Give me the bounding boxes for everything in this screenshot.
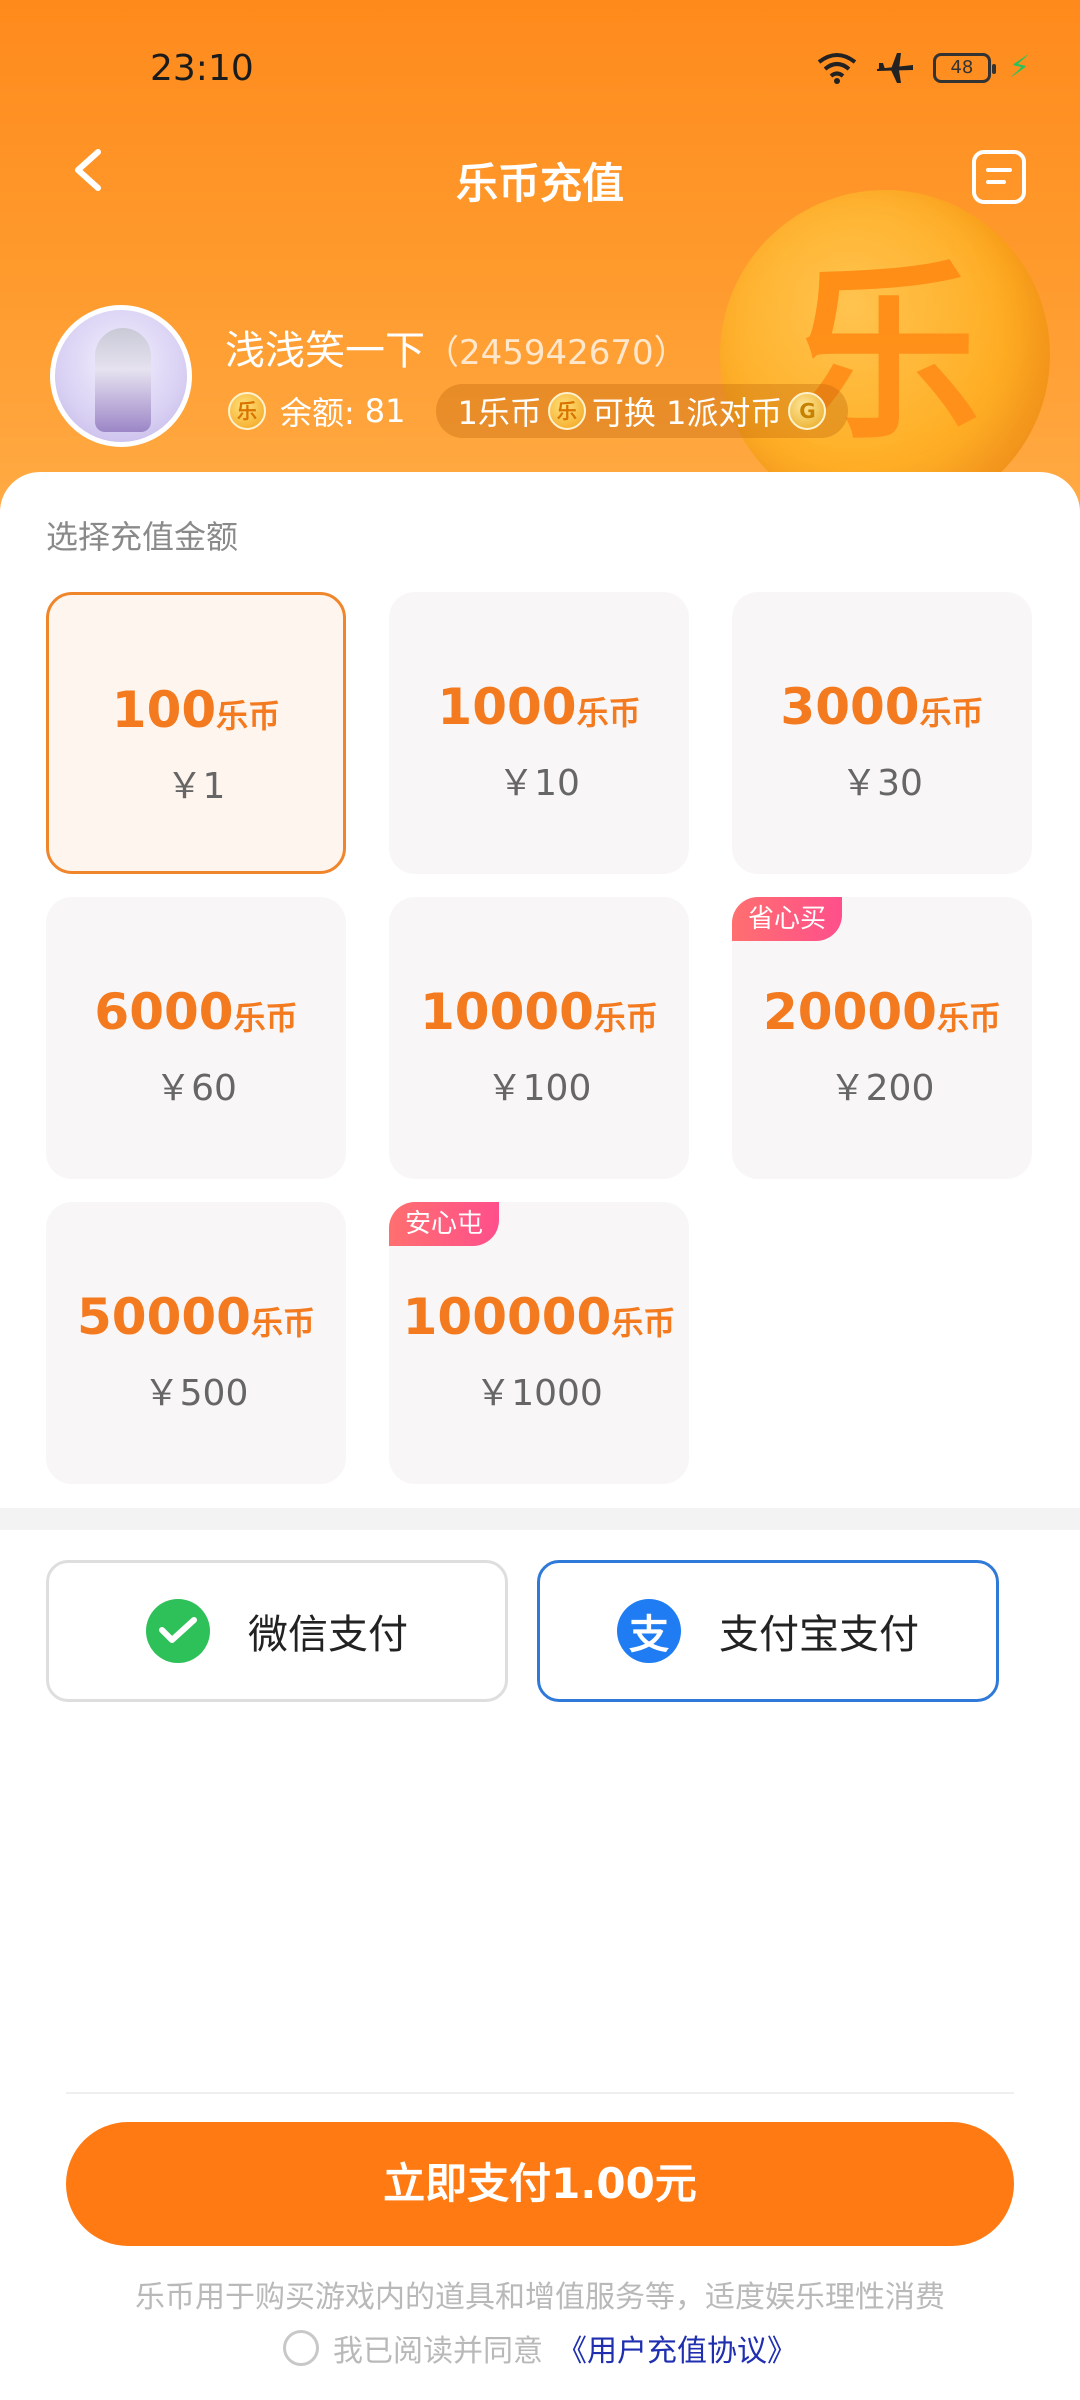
package-price: ￥1000 — [475, 1373, 603, 1414]
package-unit: 乐币 — [576, 694, 641, 732]
balance-value: 81 — [364, 392, 406, 430]
alipay-button[interactable]: 支 支付宝支付 — [537, 1560, 999, 1702]
alipay-icon: 支 — [617, 1599, 681, 1663]
recharge-record-icon[interactable] — [972, 150, 1026, 204]
status-icons: 48 ⚡ — [817, 50, 1030, 85]
package-option-100000[interactable]: 安心屯 100000乐币 ￥1000 — [389, 1202, 689, 1484]
airplane-mode-icon — [876, 52, 913, 83]
agreement-checkbox[interactable] — [283, 2330, 319, 2366]
section-divider — [0, 1508, 1080, 1530]
coin-decoration-char: 乐 — [789, 244, 980, 465]
section-label: 选择充值金额 — [46, 518, 239, 556]
package-tag: 安心屯 — [389, 1202, 500, 1246]
wechat-icon — [146, 1599, 210, 1663]
package-price: ￥1 — [166, 766, 226, 807]
status-bar: 23:10 48 ⚡ — [0, 0, 1080, 140]
avatar[interactable] — [50, 305, 192, 447]
status-time: 23:10 — [150, 48, 254, 89]
package-unit: 乐币 — [611, 1304, 676, 1342]
user-name: 浅浅笑一下 — [225, 328, 425, 374]
package-amount: 3000 — [780, 678, 920, 736]
wechat-pay-label: 微信支付 — [248, 1612, 408, 1658]
bottom-divider — [66, 2092, 1014, 2094]
package-option-3000[interactable]: 3000乐币 ￥30 — [732, 592, 1032, 874]
package-price: ￥30 — [841, 763, 923, 804]
package-amount: 50000 — [77, 1288, 251, 1346]
user-id: （245942670） — [425, 333, 688, 373]
package-option-10000[interactable]: 10000乐币 ￥100 — [389, 897, 689, 1179]
agreement-row: 我已阅读并同意 《用户充值协议》 — [0, 2326, 1080, 2370]
package-tag: 省心买 — [732, 897, 843, 941]
package-unit: 乐币 — [216, 697, 281, 735]
coin-decoration-icon: 乐 — [720, 190, 1050, 520]
package-price: ￥200 — [829, 1068, 935, 1109]
package-price: ￥500 — [143, 1373, 249, 1414]
package-option-20000[interactable]: 省心买 20000乐币 ￥200 — [732, 897, 1032, 1179]
package-option-1000[interactable]: 1000乐币 ￥10 — [389, 592, 689, 874]
package-unit: 乐币 — [936, 999, 1001, 1037]
exchange-prefix: 1乐币 — [457, 394, 542, 432]
package-option-6000[interactable]: 6000乐币 ￥60 — [46, 897, 346, 1179]
wechat-pay-button[interactable]: 微信支付 — [46, 1560, 508, 1702]
package-unit: 乐币 — [233, 999, 298, 1037]
agreement-link[interactable]: 《用户充值协议》 — [557, 2326, 797, 2370]
wifi-icon — [817, 52, 857, 84]
package-amount: 6000 — [94, 983, 234, 1041]
package-amount: 10000 — [420, 983, 594, 1041]
pay-now-button[interactable]: 立即支付1.00元 — [66, 2122, 1014, 2246]
package-unit: 乐币 — [593, 999, 658, 1037]
package-price: ￥60 — [155, 1068, 237, 1109]
wechat-check-icon — [159, 1617, 197, 1643]
balance-row: 乐 余额: 81 1乐币 乐 可换 1派对币 G — [228, 384, 849, 438]
user-name-line: 浅浅笑一下（245942670） — [225, 318, 688, 376]
package-price: ￥100 — [486, 1068, 592, 1109]
agreement-text: 我已阅读并同意 — [333, 2334, 543, 2369]
exchange-rate-pill: 1乐币 乐 可换 1派对币 G — [435, 384, 849, 438]
package-unit: 乐币 — [919, 694, 984, 732]
charging-icon: ⚡ — [1008, 50, 1030, 85]
exchange-middle: 可换 1派对币 — [591, 394, 783, 432]
package-option-100[interactable]: 100乐币 ￥1 — [46, 592, 346, 874]
package-price: ￥10 — [498, 763, 580, 804]
battery-icon: 48 — [932, 52, 996, 83]
package-option-50000[interactable]: 50000乐币 ￥500 — [46, 1202, 346, 1484]
pai-coin-icon: G — [788, 392, 827, 430]
package-amount: 100 — [111, 681, 217, 739]
package-unit: 乐币 — [250, 1304, 315, 1342]
header-banner: 乐 23:10 48 ⚡ 乐币充值 浅浅笑一下（245942670） 乐 余额:… — [0, 0, 1080, 520]
balance-label: 余额: — [280, 394, 355, 432]
package-amount: 20000 — [763, 983, 937, 1041]
consumption-notice: 乐币用于购买游戏内的道具和增值服务等，适度娱乐理性消费 — [135, 2280, 945, 2315]
avatar-figure — [95, 328, 151, 432]
le-coin-icon: 乐 — [228, 392, 266, 430]
recharge-card: 选择充值金额 100乐币 ￥1 1000乐币 ￥10 3000乐币 ￥30 60… — [0, 472, 1080, 1512]
package-amount: 1000 — [437, 678, 577, 736]
alipay-label: 支付宝支付 — [719, 1612, 919, 1658]
le-coin-icon: 乐 — [547, 392, 586, 430]
page-title: 乐币充值 — [455, 159, 624, 208]
package-amount: 100000 — [402, 1288, 612, 1346]
